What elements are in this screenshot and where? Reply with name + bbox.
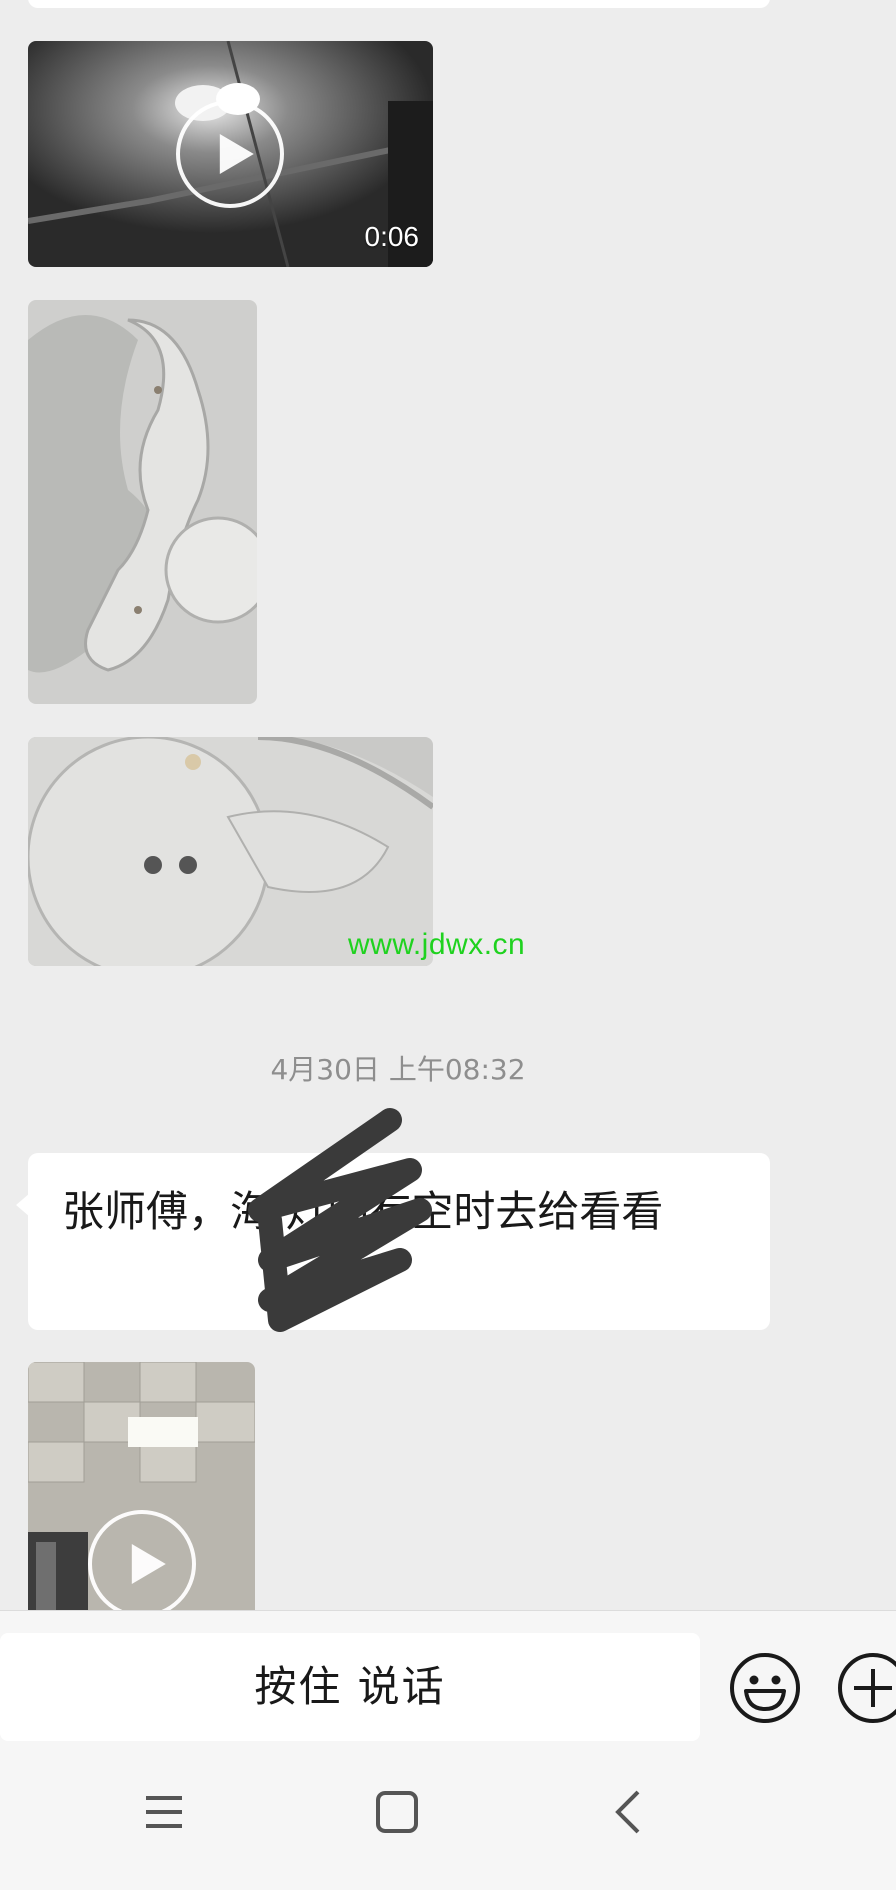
video-duration: 0:06	[364, 221, 420, 252]
watermark-text: www.jdwx.cn	[348, 928, 526, 961]
home-icon[interactable]	[367, 1782, 427, 1842]
message-bubble[interactable]: 张师傅，海 灯闪有空时去给看看	[16, 1153, 770, 1330]
message-timestamp: 4月30日 上午08:32	[270, 1053, 526, 1086]
hold-to-talk-button[interactable]: 按住 说话	[0, 1633, 700, 1741]
image-thumbnail	[28, 300, 257, 704]
menu-icon[interactable]	[134, 1782, 194, 1842]
chat-area: 0:06 www.jdwx.cn 4月30日 上午08:32 张师傅，海 灯闪有…	[0, 0, 896, 1610]
input-bar: 按住 说话	[0, 1610, 896, 1744]
image-message[interactable]	[28, 300, 257, 704]
video-message[interactable]	[28, 1362, 255, 1610]
back-icon[interactable]	[600, 1782, 660, 1842]
system-nav-bar	[0, 1744, 896, 1890]
video-message[interactable]: 0:06	[28, 41, 433, 267]
message-text: 张师傅，海 灯闪有空时去给看看	[62, 1187, 664, 1236]
plus-icon[interactable]	[836, 1651, 896, 1725]
play-icon[interactable]	[88, 1510, 196, 1610]
emoji-icon[interactable]	[728, 1651, 802, 1725]
message-bubble-partial[interactable]	[28, 0, 770, 8]
play-icon[interactable]	[176, 100, 284, 208]
